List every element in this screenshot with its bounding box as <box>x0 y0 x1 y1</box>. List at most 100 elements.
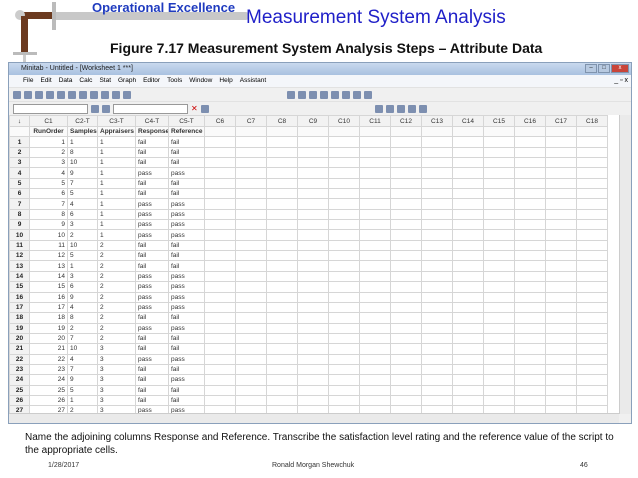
table-cell[interactable]: pass <box>135 229 169 241</box>
table-cell[interactable]: 16 <box>29 291 68 303</box>
table-cell[interactable] <box>390 208 422 221</box>
table-cell[interactable] <box>235 281 267 293</box>
table-cell[interactable] <box>483 394 515 407</box>
table-cell[interactable]: 20 <box>29 332 68 345</box>
table-cell[interactable] <box>359 229 391 241</box>
table-cell[interactable]: pass <box>168 167 205 179</box>
table-cell[interactable] <box>297 250 329 262</box>
table-cell[interactable] <box>576 332 608 345</box>
table-cell[interactable] <box>390 198 422 210</box>
table-cell[interactable] <box>514 312 546 324</box>
table-cell[interactable] <box>545 343 577 355</box>
table-cell[interactable] <box>328 374 360 386</box>
table-cell[interactable] <box>235 198 267 210</box>
table-cell[interactable] <box>235 322 267 334</box>
table-cell[interactable] <box>576 208 608 221</box>
table-cell[interactable] <box>576 363 608 376</box>
rectangle-tool-icon[interactable] <box>396 104 405 113</box>
column-header[interactable]: C16 <box>514 115 546 127</box>
table-cell[interactable] <box>297 208 329 221</box>
table-cell[interactable] <box>359 343 391 355</box>
table-cell[interactable] <box>390 167 422 179</box>
row-number[interactable]: 15 <box>9 281 30 293</box>
table-cell[interactable]: 5 <box>67 384 98 396</box>
help-icon[interactable] <box>123 90 131 99</box>
table-cell[interactable] <box>359 208 391 221</box>
table-cell[interactable] <box>328 188 360 200</box>
table-cell[interactable] <box>421 332 453 345</box>
table-cell[interactable] <box>514 208 546 221</box>
table-cell[interactable] <box>359 332 391 345</box>
table-cell[interactable] <box>452 208 484 221</box>
paste-icon[interactable] <box>68 90 76 99</box>
menu-file[interactable]: File <box>23 75 33 87</box>
table-cell[interactable] <box>204 332 236 345</box>
table-cell[interactable] <box>297 394 329 407</box>
table-cell[interactable]: fail <box>135 239 169 252</box>
table-cell[interactable] <box>576 260 608 272</box>
column-header[interactable]: C12 <box>390 115 422 127</box>
table-cell[interactable] <box>328 322 360 334</box>
table-cell[interactable] <box>390 229 422 241</box>
table-cell[interactable] <box>297 188 329 200</box>
table-cell[interactable]: fail <box>168 250 205 262</box>
table-cell[interactable]: pass <box>168 198 205 210</box>
table-cell[interactable] <box>235 208 267 221</box>
table-cell[interactable] <box>421 281 453 293</box>
table-cell[interactable] <box>452 281 484 293</box>
row-number[interactable]: 8 <box>9 208 30 221</box>
row-number[interactable]: 17 <box>9 301 30 314</box>
table-cell[interactable] <box>452 343 484 355</box>
column-header[interactable]: C4-T <box>135 115 169 127</box>
table-cell[interactable] <box>514 291 546 303</box>
table-cell[interactable] <box>545 177 577 190</box>
table-cell[interactable] <box>421 188 453 200</box>
table-cell[interactable] <box>514 239 546 252</box>
table-cell[interactable] <box>483 177 515 190</box>
table-cell[interactable]: 2 <box>97 301 136 314</box>
table-cell[interactable] <box>328 229 360 241</box>
table-cell[interactable] <box>545 270 577 283</box>
table-cell[interactable] <box>204 157 236 169</box>
sort-arrow-corner[interactable]: ↓ <box>9 115 30 127</box>
table-cell[interactable] <box>390 250 422 262</box>
table-cell[interactable] <box>266 312 298 324</box>
table-cell[interactable]: fail <box>135 332 169 345</box>
table-cell[interactable] <box>390 136 422 148</box>
column-name[interactable]: Samples <box>67 125 98 138</box>
row-number[interactable]: 25 <box>9 384 30 396</box>
table-cell[interactable] <box>359 219 391 231</box>
menu-calc[interactable]: Calc <box>79 75 92 87</box>
table-cell[interactable]: 17 <box>29 301 68 314</box>
table-cell[interactable] <box>390 322 422 334</box>
row-number[interactable]: 20 <box>9 332 30 345</box>
table-cell[interactable] <box>266 343 298 355</box>
table-cell[interactable]: fail <box>168 394 205 407</box>
table-cell[interactable] <box>545 198 577 210</box>
table-cell[interactable] <box>390 219 422 231</box>
table-cell[interactable] <box>297 198 329 210</box>
table-cell[interactable] <box>483 260 515 272</box>
table-cell[interactable] <box>421 270 453 283</box>
table-cell[interactable] <box>235 136 267 148</box>
table-cell[interactable] <box>421 136 453 148</box>
table-cell[interactable]: 2 <box>97 322 136 334</box>
table-cell[interactable] <box>328 270 360 283</box>
table-cell[interactable] <box>576 374 608 386</box>
table-cell[interactable] <box>545 374 577 386</box>
table-cell[interactable] <box>576 343 608 355</box>
table-cell[interactable] <box>328 136 360 148</box>
column-header[interactable]: C3-T <box>97 115 136 127</box>
table-cell[interactable] <box>390 188 422 200</box>
table-cell[interactable] <box>235 239 267 252</box>
history-icon[interactable] <box>320 90 328 99</box>
table-cell[interactable] <box>390 146 422 159</box>
table-cell[interactable] <box>328 353 360 365</box>
table-cell[interactable]: fail <box>168 343 205 355</box>
table-cell[interactable]: pass <box>135 208 169 221</box>
row-number[interactable]: 26 <box>9 394 30 407</box>
table-cell[interactable] <box>483 322 515 334</box>
table-cell[interactable]: 7 <box>67 332 98 345</box>
table-cell[interactable] <box>297 291 329 303</box>
table-cell[interactable]: fail <box>135 384 169 396</box>
